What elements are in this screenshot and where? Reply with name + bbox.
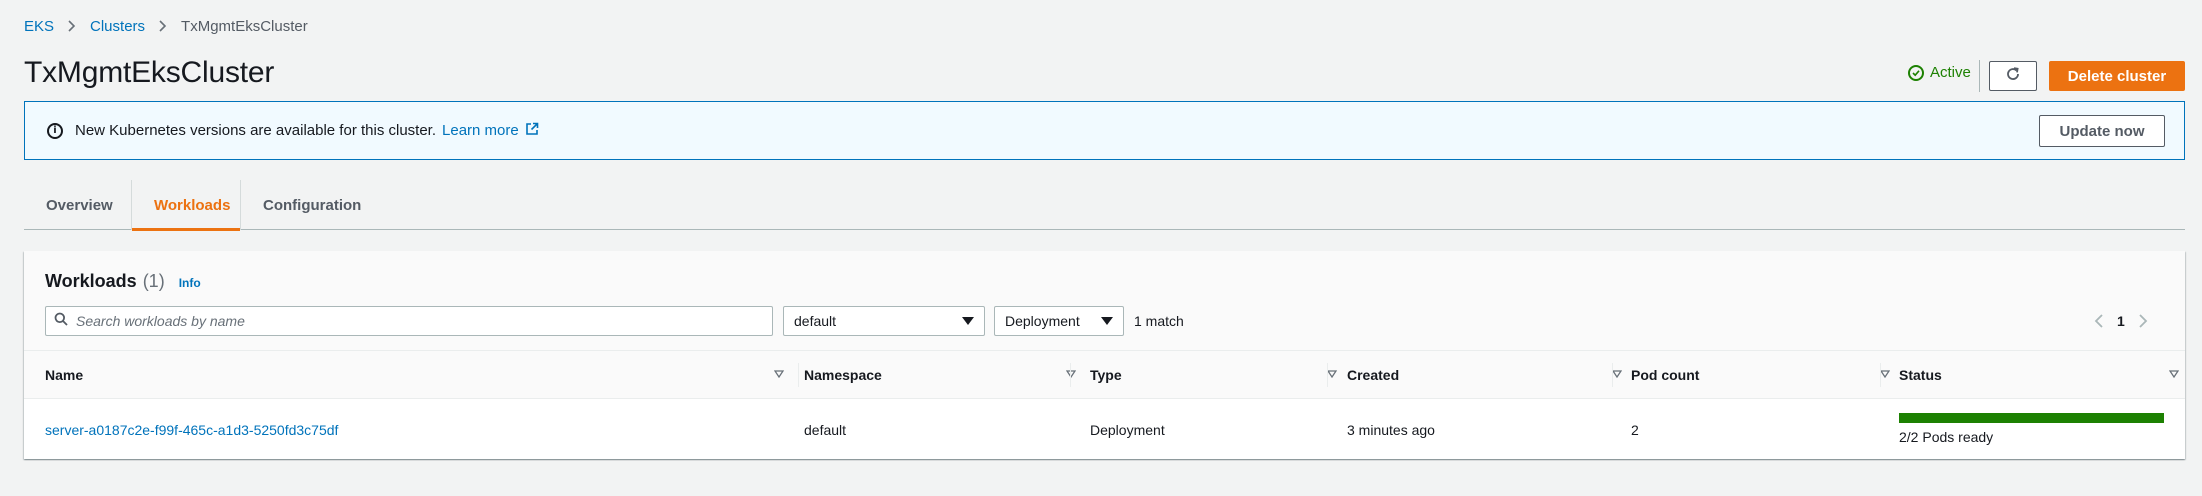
tab-bar: Overview Workloads Configuration xyxy=(24,180,2185,231)
column-divider xyxy=(798,363,799,387)
status-label: Active xyxy=(1930,64,1971,81)
info-link[interactable]: Info xyxy=(179,276,201,290)
progress-fill xyxy=(1899,413,2164,423)
page-title: TxMgmtEksCluster xyxy=(24,56,275,89)
column-label: Type xyxy=(1090,367,1122,383)
cell-namespace: default xyxy=(804,421,847,438)
sort-icon xyxy=(1327,370,1337,378)
search-icon xyxy=(54,312,68,331)
workloads-panel: Workloads (1) Info default Deployment 1 … xyxy=(24,251,2185,459)
status-progress: 2/2 Pods ready xyxy=(1899,413,2164,445)
column-divider xyxy=(1612,363,1613,387)
column-label: Status xyxy=(1899,367,1942,383)
table-row: server-a0187c2e-f99f-465c-a1d3-5250fd3c7… xyxy=(24,400,2185,459)
breadcrumb-clusters[interactable]: Clusters xyxy=(90,18,145,35)
panel-title: Workloads (1) Info xyxy=(45,271,201,292)
type-select-value: Deployment xyxy=(1005,313,1080,329)
column-label: Pod count xyxy=(1631,367,1700,383)
chevron-right-icon xyxy=(68,20,76,32)
column-divider xyxy=(1327,363,1328,387)
search-input[interactable] xyxy=(76,313,756,329)
learn-more-link[interactable]: Learn more xyxy=(442,122,539,140)
delete-cluster-button[interactable]: Delete cluster xyxy=(2049,61,2185,91)
chevron-right-icon xyxy=(159,20,167,32)
learn-more-label: Learn more xyxy=(442,122,519,139)
search-field[interactable] xyxy=(45,306,773,336)
column-label: Name xyxy=(45,367,84,383)
column-divider xyxy=(1070,363,1071,387)
namespace-select-value: default xyxy=(794,313,837,329)
panel-count: (1) xyxy=(142,271,165,291)
column-header-pod-count[interactable]: Pod count xyxy=(1631,351,1900,399)
sort-icon xyxy=(2169,370,2179,378)
type-select[interactable]: Deployment xyxy=(994,306,1124,336)
panel-title-text: Workloads xyxy=(45,271,137,291)
progress-bar xyxy=(1899,413,2164,423)
table-header: Name Namespace Type Created Pod count St… xyxy=(24,351,2185,399)
info-icon: i xyxy=(47,122,63,139)
breadcrumb-eks[interactable]: EKS xyxy=(24,18,54,35)
breadcrumb-current: TxMgmtEksCluster xyxy=(181,17,308,35)
cell-pod-count: 2 xyxy=(1631,421,1639,438)
panel-header: Workloads (1) Info default Deployment 1 … xyxy=(24,251,2185,351)
cluster-status: Active xyxy=(1908,64,1971,81)
tab-workloads[interactable]: Workloads xyxy=(131,180,241,231)
namespace-select[interactable]: default xyxy=(783,306,985,336)
cell-created: 3 minutes ago xyxy=(1347,421,1435,438)
cell-type: Deployment xyxy=(1090,421,1165,438)
refresh-button[interactable] xyxy=(1989,61,2037,91)
tab-configuration[interactable]: Configuration xyxy=(241,180,371,230)
update-now-button[interactable]: Update now xyxy=(2039,115,2165,147)
workload-name-link[interactable]: server-a0187c2e-f99f-465c-a1d3-5250fd3c7… xyxy=(45,400,338,459)
column-label: Namespace xyxy=(804,367,882,383)
pagination: 1 xyxy=(2089,311,2153,331)
column-header-type[interactable]: Type xyxy=(1090,351,1347,399)
next-page-button[interactable] xyxy=(2133,311,2153,331)
chevron-left-icon xyxy=(2094,314,2103,328)
chevron-right-icon xyxy=(2139,314,2148,328)
sort-icon xyxy=(1612,370,1622,378)
breadcrumb: EKS Clusters TxMgmtEksCluster xyxy=(24,16,308,36)
page-number[interactable]: 1 xyxy=(2117,313,2125,329)
sort-icon xyxy=(1066,370,1076,378)
column-header-created[interactable]: Created xyxy=(1347,351,1632,399)
divider xyxy=(1979,60,1980,92)
column-header-name[interactable]: Name xyxy=(45,351,794,399)
sort-icon xyxy=(1880,370,1890,378)
tab-overview[interactable]: Overview xyxy=(24,180,131,230)
column-header-status[interactable]: Status xyxy=(1899,351,2189,399)
banner-text: New Kubernetes versions are available fo… xyxy=(75,122,437,139)
previous-page-button[interactable] xyxy=(2089,311,2109,331)
column-label: Created xyxy=(1347,367,1400,383)
caret-down-icon xyxy=(1101,317,1113,325)
progress-label: 2/2 Pods ready xyxy=(1899,429,1994,445)
column-divider xyxy=(1880,363,1881,387)
caret-down-icon xyxy=(962,317,974,325)
match-count: 1 match xyxy=(1134,313,1184,329)
update-banner: i New Kubernetes versions are available … xyxy=(24,101,2185,160)
refresh-icon xyxy=(2005,66,2021,87)
check-circle-icon xyxy=(1908,64,1924,81)
sort-icon xyxy=(774,370,784,378)
column-header-namespace[interactable]: Namespace xyxy=(804,351,1086,399)
external-link-icon xyxy=(519,122,539,140)
